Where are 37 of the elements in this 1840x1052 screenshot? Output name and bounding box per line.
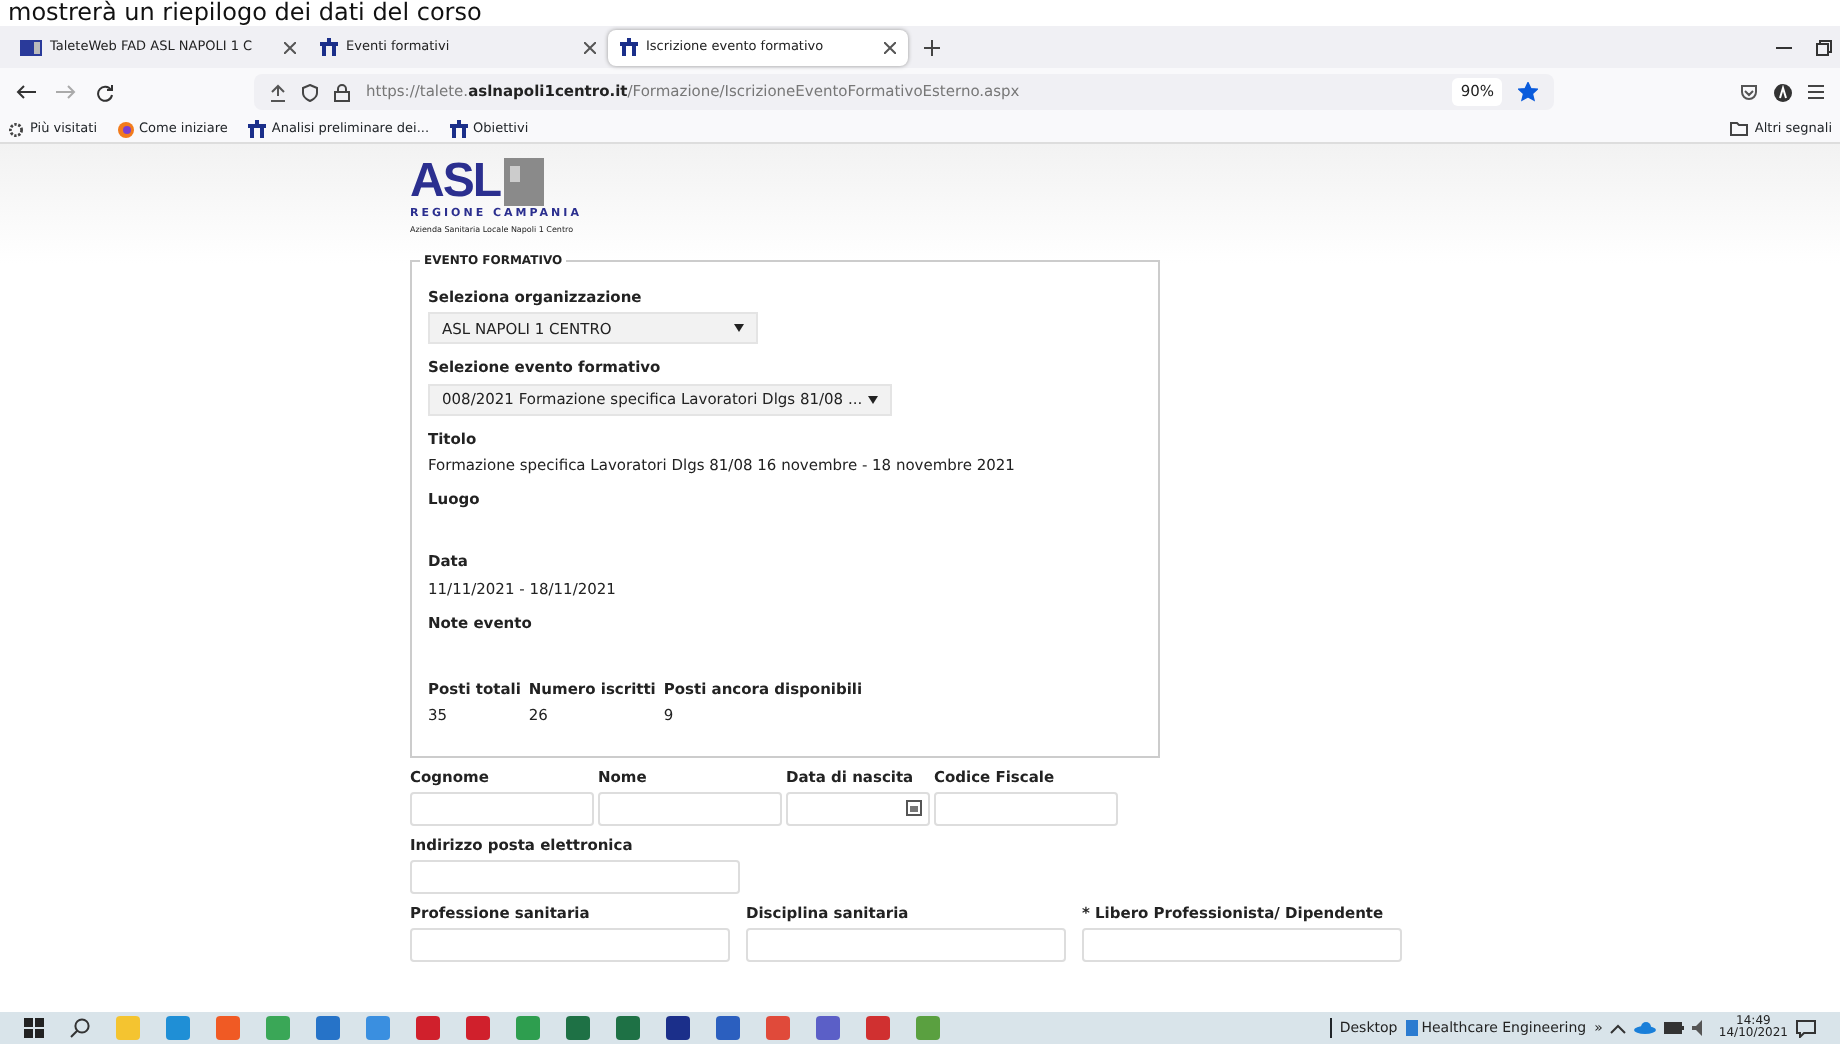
input-field[interactable] [410, 860, 740, 894]
input-field[interactable] [598, 791, 782, 826]
caption-text: mostrerà un riepilogo dei dati del corso [6, 0, 484, 26]
plus-icon[interactable] [924, 39, 940, 55]
windows-start-icon[interactable] [24, 1018, 44, 1038]
gear-icon [8, 121, 24, 137]
bookmark-list-icon[interactable] [270, 83, 286, 101]
caret-icon [734, 324, 744, 333]
input-field[interactable] [786, 791, 930, 826]
lock-icon [334, 83, 350, 101]
close-icon[interactable] [884, 41, 896, 53]
forward-icon[interactable] [56, 84, 76, 100]
caret-icon [868, 395, 878, 403]
calendar-icon[interactable] [906, 800, 922, 817]
back-icon[interactable] [16, 84, 36, 100]
caret-up-icon[interactable] [1610, 1023, 1627, 1033]
globe-fox-icon [117, 121, 133, 137]
restore-icon[interactable] [1816, 39, 1832, 55]
input-field[interactable] [410, 791, 594, 826]
close-icon[interactable] [584, 41, 596, 53]
cloud-icon[interactable] [1634, 1022, 1657, 1034]
logo-text: ASL [410, 158, 500, 206]
select-field[interactable] [410, 928, 730, 963]
select-field[interactable] [746, 928, 1066, 963]
account-icon[interactable] [1774, 83, 1792, 101]
pocket-icon[interactable] [1740, 83, 1758, 101]
reload-icon[interactable] [96, 83, 114, 101]
notification-icon[interactable] [1796, 1019, 1816, 1037]
menu-icon[interactable] [1808, 84, 1824, 100]
input-field[interactable] [934, 791, 1118, 826]
asl-logo-icon [20, 39, 42, 55]
close-icon[interactable] [284, 41, 296, 53]
search-icon[interactable] [70, 1018, 90, 1038]
battery-icon[interactable] [1664, 1022, 1685, 1034]
building-photo-icon [504, 158, 544, 206]
star-icon[interactable] [1518, 82, 1538, 102]
select-field[interactable] [1082, 928, 1402, 963]
